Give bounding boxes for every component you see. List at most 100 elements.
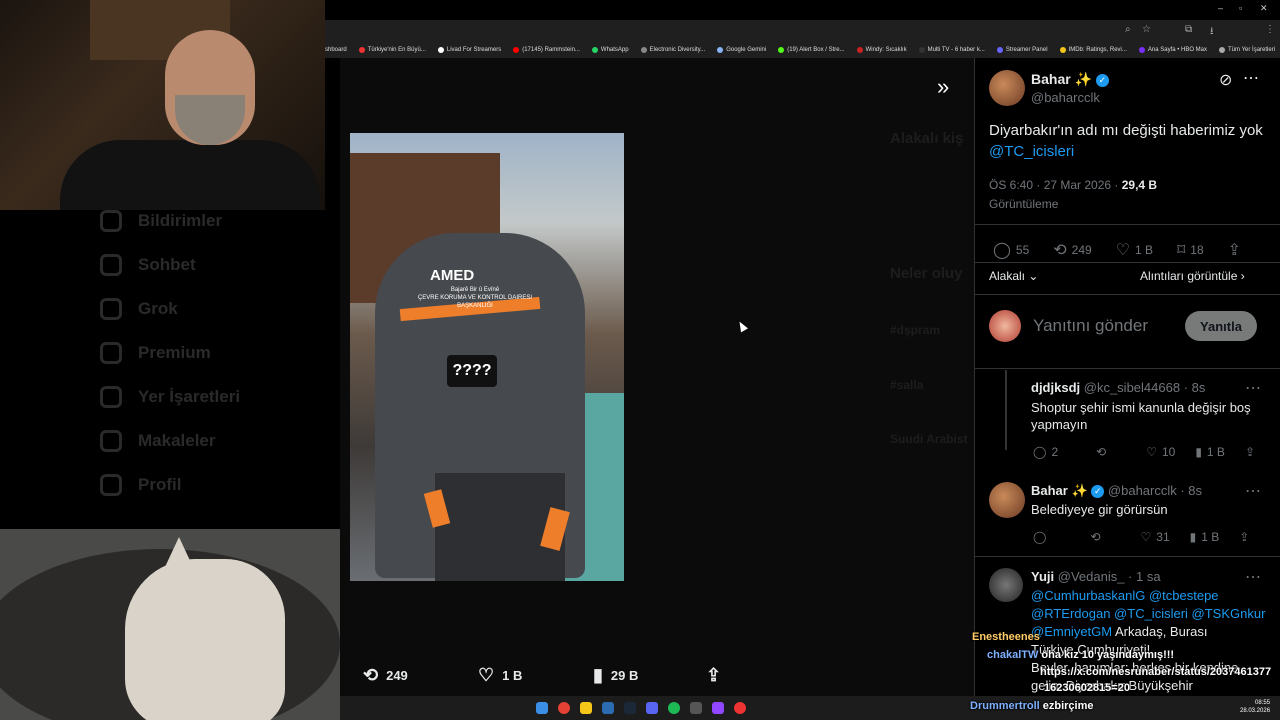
views-icon: ▮ xyxy=(593,665,603,685)
tweet-meta: ÖS 6:40 · 27 Mar 2026 · 29,4 B xyxy=(989,178,1158,192)
viewer-like-button[interactable]: ♡ 1 B xyxy=(478,665,522,686)
verified-badge-icon: ✓ xyxy=(1095,73,1109,87)
cat-webcam xyxy=(0,529,340,720)
reply-button[interactable]: ◯ xyxy=(1033,530,1046,544)
bookmark-item[interactable]: Streamer Panel xyxy=(996,47,1048,53)
bookmark-item[interactable]: shboard xyxy=(325,47,347,53)
maximize-icon[interactable]: ▫ xyxy=(1239,3,1242,13)
retweet-icon: ⟲ xyxy=(363,665,379,685)
avatar[interactable] xyxy=(989,482,1025,518)
download-icon[interactable]: ⭳ xyxy=(1210,24,1214,41)
user-avatar[interactable] xyxy=(989,310,1021,342)
reply-button[interactable]: ◯ 55 xyxy=(993,240,1029,260)
bookmark-button[interactable]: ⌑ 18 xyxy=(1177,240,1204,260)
zoom-icon[interactable]: ⌕ xyxy=(1125,24,1131,35)
app-icon[interactable] xyxy=(734,702,746,714)
views-button[interactable]: ▮ 1 B xyxy=(1195,445,1225,459)
steam-icon[interactable] xyxy=(624,702,636,714)
avatar[interactable] xyxy=(989,568,1023,602)
like-button[interactable]: ♡ 31 xyxy=(1141,530,1170,544)
share-icon[interactable]: ⇪ xyxy=(1245,445,1255,459)
faded-trend: #salla xyxy=(890,378,924,392)
views-label: Görüntüleme xyxy=(989,197,1059,211)
reply-text-line: @EmniyetGM Arkadaş, Burası xyxy=(1031,624,1208,639)
more-icon[interactable]: ⋯ xyxy=(1245,567,1261,587)
reply-input[interactable]: Yanıtını gönder xyxy=(1033,316,1148,336)
close-icon[interactable]: ✕ xyxy=(1260,3,1268,14)
bookmark-item[interactable]: Electronic Diversity... xyxy=(640,47,705,53)
chat-line: Drummertroll ezbirçime xyxy=(970,700,1094,712)
reply-icon: ◯ xyxy=(1033,445,1047,459)
verified-badge-icon: ✓ xyxy=(1091,485,1105,499)
viewer-retweet-button[interactable]: ⟲ 249 xyxy=(363,665,408,686)
retweet-icon: ⟲ xyxy=(1053,242,1067,259)
chevron-down-icon: ⌄ xyxy=(1028,269,1039,283)
views-button[interactable]: ▮ 1 B xyxy=(1190,530,1220,544)
viewer-share-button[interactable]: ⇪ xyxy=(706,665,721,686)
more-icon[interactable]: ⋯ xyxy=(1245,378,1261,398)
share-button[interactable]: ⇪ xyxy=(1228,240,1241,260)
minimize-icon[interactable]: – xyxy=(1218,3,1223,13)
reply-submit-button[interactable]: Yanıtla xyxy=(1185,311,1257,341)
obs-icon[interactable] xyxy=(690,702,702,714)
bookmark-item[interactable]: (19) Alert Box / Stre... xyxy=(778,47,845,53)
reply-header[interactable]: Yuji @Vedanis_ · 1 sa xyxy=(1031,569,1161,584)
premium-icon xyxy=(100,342,122,364)
bookmark-item[interactable]: Multi TV - 6 haber k... xyxy=(918,47,985,53)
bookmark-item[interactable]: Google Gemini xyxy=(717,47,766,53)
bookmark-item[interactable]: IMDb: Ratings, Revi... xyxy=(1059,47,1127,53)
mention-link[interactable]: @RTErdogan @TC_icisleri @TSKGnkur xyxy=(1031,606,1265,621)
view-quotes-link[interactable]: Alıntıları görüntüle › xyxy=(1140,269,1245,283)
bookmark-item[interactable]: Türkiye'nin En Büyü... xyxy=(358,47,426,53)
author-name[interactable]: Bahar ✨ ✓ xyxy=(1031,71,1109,88)
retweet-button[interactable]: ⟲ xyxy=(1090,530,1100,544)
bookmark-item[interactable]: Tüm Yer İşaretleri xyxy=(1219,47,1275,53)
heart-icon: ♡ xyxy=(1115,242,1131,259)
folder-icon[interactable] xyxy=(580,702,592,714)
bookmark-item[interactable]: (17145) Rammstein... xyxy=(513,47,580,53)
reply-icon: ◯ xyxy=(993,242,1011,259)
heart-icon: ♡ xyxy=(1140,530,1152,544)
like-button[interactable]: ♡ 1 B xyxy=(1116,240,1153,260)
streamer-webcam xyxy=(0,0,325,210)
mention-link[interactable]: @CumhurbaskanlG @tcbestepe xyxy=(1031,588,1219,603)
start-icon[interactable] xyxy=(536,702,548,714)
mention-link[interactable]: @TC_icisleri xyxy=(989,143,1074,160)
bookmark-item[interactable]: Ana Sayfa • HBO Max xyxy=(1138,47,1207,53)
chrome-icon[interactable] xyxy=(558,702,570,714)
faded-trend: #dşpram xyxy=(890,323,941,337)
tweet-photo[interactable]: AMED Bajarê Bir û Evînê ÇEVRE KORUMA VE K… xyxy=(350,133,624,581)
taskbar-clock[interactable]: 08:55 28.03.2026 xyxy=(1240,699,1270,715)
star-icon[interactable]: ☆ xyxy=(1142,24,1151,35)
reply-header[interactable]: Bahar ✨ ✓ @baharcclk · 8s xyxy=(1031,483,1202,499)
taskbar xyxy=(340,696,1280,720)
bookmark-item[interactable]: Windy: Sıcaklık xyxy=(856,47,907,53)
spotify-icon[interactable] xyxy=(668,702,680,714)
share-icon[interactable]: ⇪ xyxy=(1239,530,1249,544)
reply-button[interactable]: ◯ 2 xyxy=(1033,445,1058,459)
more-icon[interactable]: ⋯ xyxy=(1245,481,1261,501)
grok-icon[interactable]: ⊘ xyxy=(1219,70,1232,90)
retweet-button[interactable]: ⟲ xyxy=(1096,445,1106,459)
bell-icon xyxy=(100,210,122,232)
reply-header[interactable]: djdjksdj @kc_sibel44668 · 8s xyxy=(1031,380,1205,395)
twitch-icon[interactable] xyxy=(712,702,724,714)
extensions-icon[interactable]: ⧉ xyxy=(1185,24,1192,35)
jacket-brand-text: AMED xyxy=(430,267,475,284)
views-icon: ▮ xyxy=(1195,445,1202,459)
discord-icon[interactable] xyxy=(646,702,658,714)
relevant-dropdown[interactable]: Alakalı ⌄ xyxy=(989,269,1038,283)
menu-icon[interactable]: ⋮ xyxy=(1265,24,1275,35)
like-button[interactable]: ♡ 10 xyxy=(1146,445,1175,459)
expand-panel-icon[interactable]: » xyxy=(937,76,959,98)
reply-text: Belediyeye gir görürsün xyxy=(1031,502,1168,517)
retweet-button[interactable]: ⟲ 249 xyxy=(1053,240,1091,260)
bookmark-item[interactable]: WhatsApp xyxy=(591,47,629,53)
more-icon[interactable]: ⋯ xyxy=(1243,68,1259,88)
app-icon[interactable] xyxy=(602,702,614,714)
bookmark-item[interactable]: Livad For Streamers xyxy=(437,47,501,53)
profile-icon xyxy=(100,474,122,496)
author-handle[interactable]: @baharcclk xyxy=(1031,90,1100,105)
viewer-views-button[interactable]: ▮ 29 B xyxy=(593,665,638,686)
avatar[interactable] xyxy=(989,70,1025,106)
